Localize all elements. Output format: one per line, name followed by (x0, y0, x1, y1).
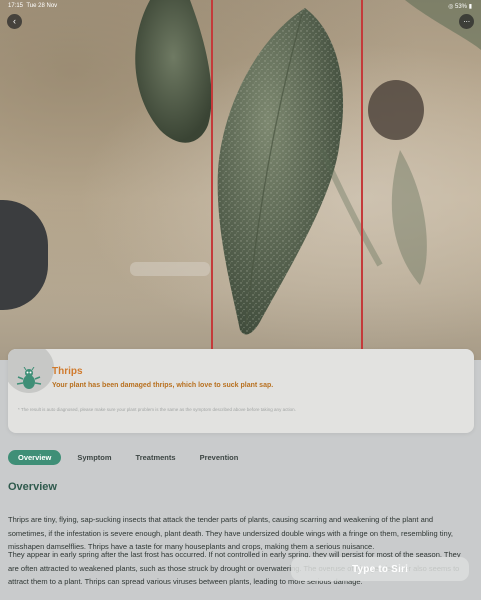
ellipsis-icon: ··· (463, 16, 470, 26)
tab-overview[interactable]: Overview (8, 450, 62, 465)
type-to-siri-button[interactable]: Type to Siri (291, 557, 469, 581)
battery-percent: 53% (455, 4, 468, 10)
wifi-icon: ◎ (448, 4, 454, 10)
guide-line-left (211, 0, 213, 360)
tab-bar: Overview Symptom Treatments Prevention (8, 450, 248, 465)
thrips-avatar (8, 349, 54, 393)
back-button[interactable]: ‹ (7, 14, 22, 29)
status-time: 17:15 (8, 3, 24, 9)
diagnosis-disclaimer: * The result is auto diagnosed, please m… (18, 407, 296, 412)
tab-treatments[interactable]: Treatments (126, 450, 186, 465)
more-button[interactable]: ··· (459, 14, 474, 29)
status-right: ◎ 53% ▮ (448, 3, 472, 10)
diagnosis-title: Thrips (52, 366, 83, 377)
photo-dish (130, 262, 210, 276)
diagnosis-summary: Your plant has been damaged thrips, whic… (52, 382, 274, 389)
guide-line-right (361, 0, 363, 360)
plant-leaves (135, 0, 481, 335)
tab-symptom[interactable]: Symptom (67, 450, 121, 465)
plant-photo: 17:15 Tue 28 Nov ◎ 53% ▮ ‹ ··· (0, 0, 481, 360)
chevron-left-icon: ‹ (13, 16, 16, 26)
status-bar: 17:15 Tue 28 Nov ◎ 53% ▮ (0, 0, 481, 14)
diagnosis-card: Thrips Your plant has been damaged thrip… (8, 349, 474, 433)
bug-icon (16, 367, 42, 389)
battery-icon: ▮ (468, 4, 472, 10)
status-time-date: 17:15 Tue 28 Nov (8, 3, 57, 9)
status-date: Tue 28 Nov (26, 3, 58, 9)
overview-heading: Overview (8, 481, 57, 493)
tab-prevention[interactable]: Prevention (190, 450, 249, 465)
